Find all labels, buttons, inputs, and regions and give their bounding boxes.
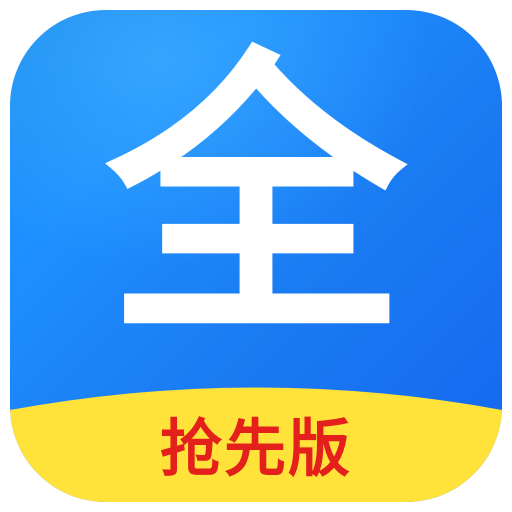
- app-icon[interactable]: 全 抢先版: [10, 10, 502, 502]
- badge-label: 抢先版: [159, 412, 352, 485]
